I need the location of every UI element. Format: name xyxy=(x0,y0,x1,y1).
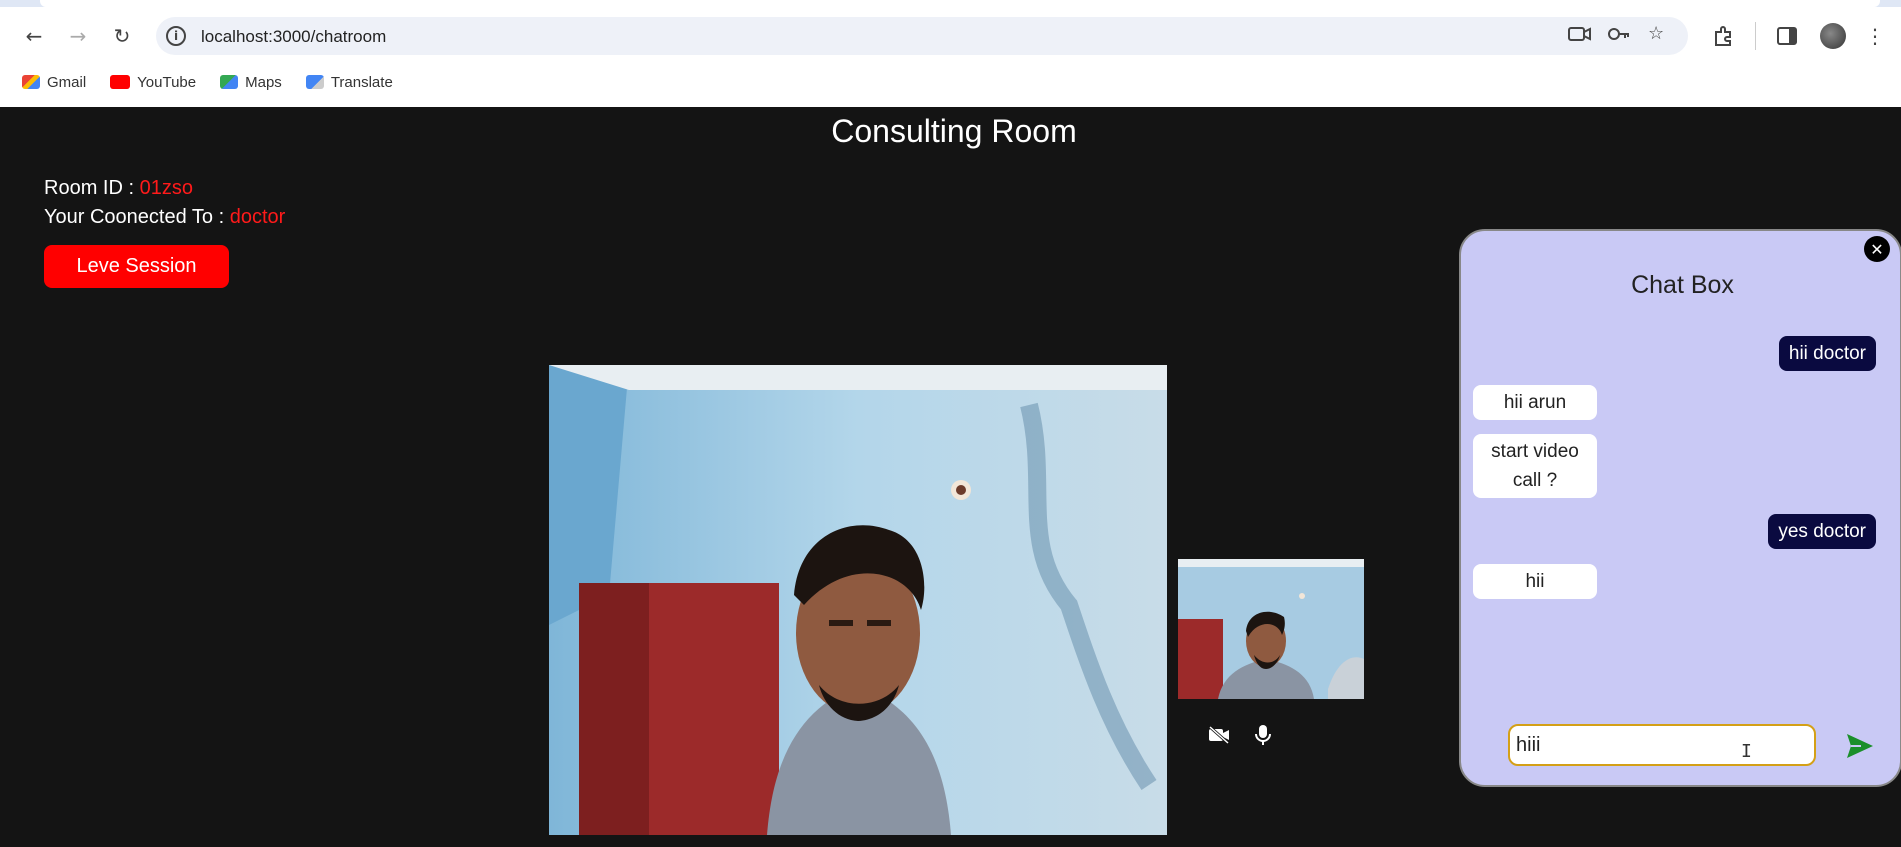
active-tab[interactable] xyxy=(40,0,1880,7)
chat-message-outgoing: yes doctor xyxy=(1768,514,1876,549)
bookmark-gmail[interactable]: Gmail xyxy=(22,74,86,91)
local-video xyxy=(1178,559,1364,699)
send-icon[interactable] xyxy=(1845,731,1875,761)
key-icon[interactable] xyxy=(1607,24,1631,49)
bookmark-label: Translate xyxy=(330,73,393,91)
bookmark-translate[interactable]: Translate xyxy=(305,73,393,91)
camera-off-icon[interactable] xyxy=(1206,722,1232,748)
bookmark-maps[interactable]: Maps xyxy=(220,74,282,91)
chat-message-input[interactable] xyxy=(1508,724,1816,766)
address-bar[interactable]: i localhost:3000/chatroom xyxy=(156,17,1688,55)
forward-icon[interactable]: → xyxy=(64,22,92,50)
translate-icon xyxy=(305,75,324,89)
chat-message-outgoing: hii doctor xyxy=(1778,336,1876,371)
camera-in-use-icon[interactable] xyxy=(1568,24,1592,49)
chat-message-incoming: hii xyxy=(1473,564,1597,599)
connected-value: doctor xyxy=(229,206,286,228)
extensions-icon[interactable] xyxy=(1710,23,1736,49)
chat-message-incoming: start video call ? xyxy=(1473,434,1597,498)
room-id-label: Room ID : xyxy=(44,177,140,199)
connected-line: Your Coonected To : doctor xyxy=(44,206,285,229)
bookmarks-bar: Gmail YouTube Maps Translate xyxy=(22,72,393,92)
page-title: Consulting Room xyxy=(831,113,1077,149)
gmail-icon xyxy=(22,75,40,89)
maps-icon xyxy=(220,75,239,89)
url-text[interactable]: localhost:3000/chatroom xyxy=(201,27,386,47)
reload-icon[interactable]: ↻ xyxy=(108,22,136,50)
chat-box: ✕ Chat Box hii doctor hii arun start vid… xyxy=(1459,229,1901,787)
browser-chrome: ← → ↻ i localhost:3000/chatroom ☆ ⋮ Gmai… xyxy=(0,0,1901,107)
room-id-line: Room ID : 01zso xyxy=(44,177,193,200)
profile-avatar[interactable] xyxy=(1820,23,1846,49)
bookmark-label: Maps xyxy=(245,73,282,91)
chat-message-incoming: hii arun xyxy=(1473,385,1597,420)
bookmark-star-icon[interactable]: ☆ xyxy=(1648,23,1664,44)
close-icon[interactable]: ✕ xyxy=(1864,236,1890,262)
chat-title: Chat Box xyxy=(1631,271,1734,299)
remote-video-frame xyxy=(549,365,1167,835)
leave-session-button[interactable]: Leve Session xyxy=(44,245,229,288)
toolbar-divider xyxy=(1755,22,1756,50)
microphone-icon[interactable] xyxy=(1250,722,1276,748)
bookmark-label: YouTube xyxy=(137,73,197,91)
connected-label: Your Coonected To : xyxy=(44,206,230,228)
tab-strip xyxy=(0,0,1901,7)
site-info-icon[interactable]: i xyxy=(166,26,186,46)
youtube-icon xyxy=(110,75,131,89)
bookmark-youtube[interactable]: YouTube xyxy=(110,74,196,91)
consulting-room-page: Consulting Room Room ID : 01zso Your Coo… xyxy=(7,107,1901,847)
remote-video xyxy=(549,365,1167,835)
side-panel-icon[interactable] xyxy=(1774,23,1800,49)
menu-kebab-icon[interactable]: ⋮ xyxy=(1862,23,1888,49)
back-icon[interactable]: ← xyxy=(20,22,48,50)
text-cursor-icon: I xyxy=(1741,741,1752,762)
bookmark-label: Gmail xyxy=(47,73,87,91)
local-video-frame xyxy=(1178,559,1364,699)
room-id-value: 01zso xyxy=(139,177,193,199)
